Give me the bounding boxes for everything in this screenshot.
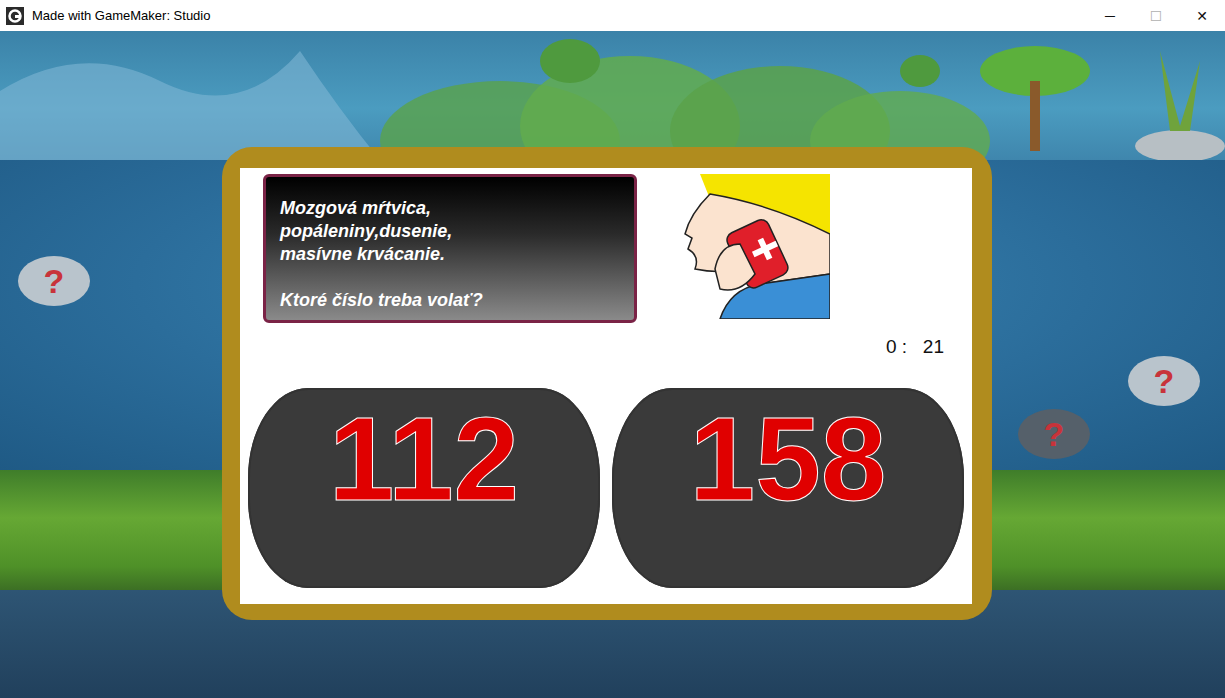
question-stone[interactable]: ? bbox=[18, 256, 90, 306]
question-prompt: Ktoré číslo treba volať? bbox=[280, 289, 620, 312]
timer: 0 : 21 bbox=[886, 336, 944, 358]
quiz-dialog: Mozgová mŕtvica,popáleniny,dusenie,masív… bbox=[222, 147, 992, 620]
question-line: Mozgová mŕtvica, bbox=[280, 197, 620, 220]
answer-label: 112 bbox=[329, 400, 519, 518]
window-title: Made with GameMaker: Studio bbox=[32, 8, 1087, 23]
sky-background bbox=[0, 31, 1225, 160]
answer-button[interactable]: 112 bbox=[248, 388, 600, 588]
answer-button[interactable]: 158 bbox=[612, 388, 964, 588]
answer-row: 112 158 bbox=[248, 388, 964, 588]
question-line: popáleniny,dusenie, bbox=[280, 220, 620, 243]
question-stone[interactable]: ? bbox=[1128, 356, 1200, 406]
game-window: Made with GameMaker: Studio─☐✕??? Mozgová… bbox=[0, 0, 1225, 698]
window-controls: ─☐✕ bbox=[1087, 0, 1225, 31]
gamemaker-logo-icon bbox=[6, 7, 24, 25]
hills-bushes-icon bbox=[0, 31, 1225, 160]
window-control-button[interactable]: ✕ bbox=[1179, 0, 1225, 31]
question-row: Mozgová mŕtvica,popáleniny,dusenie,masív… bbox=[248, 174, 964, 320]
answer-label: 158 bbox=[690, 400, 887, 518]
man-calling-phone-icon bbox=[680, 174, 830, 319]
question-line: masívne krvácanie. bbox=[280, 243, 620, 266]
window-control-button[interactable]: ☐ bbox=[1133, 0, 1179, 31]
game-scene: ??? Mozgová mŕtvica,popáleniny,dusenie,ma… bbox=[0, 31, 1225, 698]
question-box: Mozgová mŕtvica,popáleniny,dusenie,masív… bbox=[263, 174, 637, 323]
timer-row: 0 : 21 bbox=[248, 320, 964, 388]
window-control-button[interactable]: ─ bbox=[1087, 0, 1133, 31]
question-stone[interactable]: ? bbox=[1018, 409, 1090, 459]
quiz-content: Mozgová mŕtvica,popáleniny,dusenie,masív… bbox=[240, 168, 972, 604]
title-bar: Made with GameMaker: Studio─☐✕ bbox=[0, 0, 1225, 31]
